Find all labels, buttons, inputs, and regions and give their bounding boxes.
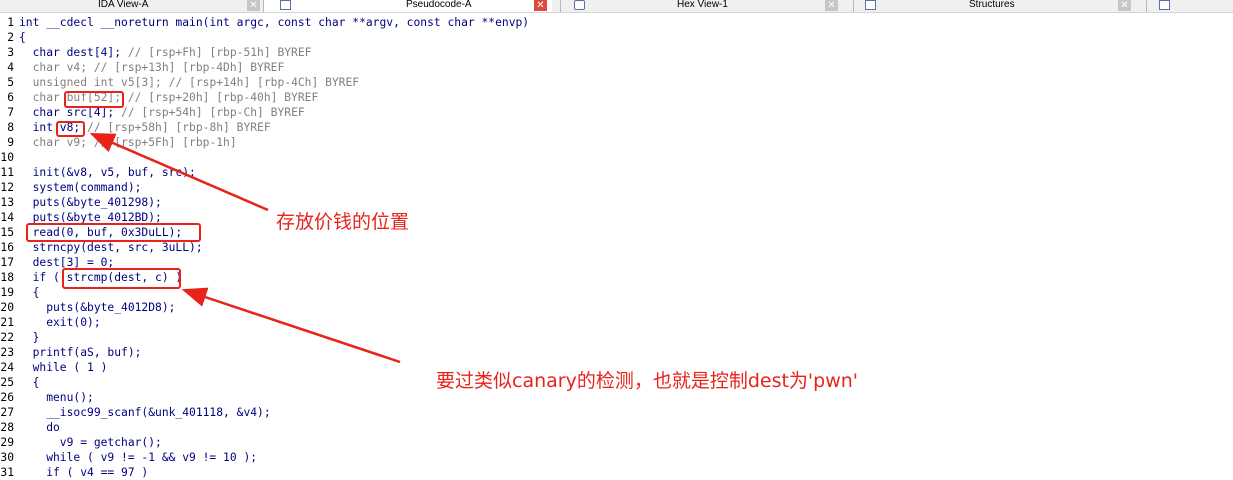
arrow-to-strcmp bbox=[181, 287, 401, 364]
annotation-arrows bbox=[89, 132, 401, 364]
annotation-canary-check: 要过类似canary的检测，也就是控制dest为'pwn' bbox=[436, 370, 859, 392]
arrow-to-v8 bbox=[89, 132, 269, 212]
annotation-price-location: 存放价钱的位置 bbox=[276, 211, 410, 233]
